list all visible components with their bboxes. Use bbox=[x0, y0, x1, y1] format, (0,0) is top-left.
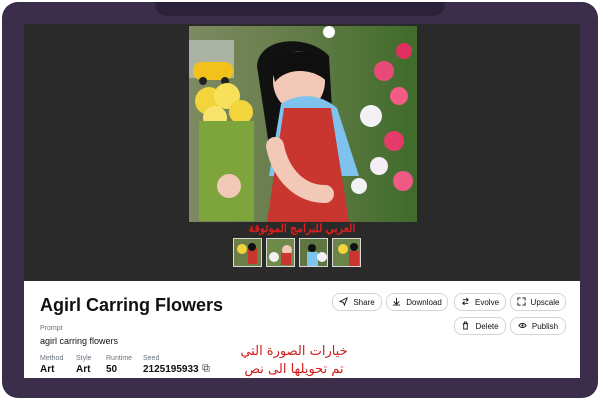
meta-seed-value: 2125195933 bbox=[143, 364, 210, 375]
thumbnail-1[interactable] bbox=[233, 238, 262, 267]
main-generated-image[interactable] bbox=[189, 26, 417, 222]
copy-icon[interactable] bbox=[202, 364, 210, 375]
seed-value: 2125195933 bbox=[143, 364, 199, 375]
share-button[interactable]: Share bbox=[332, 293, 382, 311]
evolve-icon bbox=[461, 297, 470, 308]
meta-label: Runtime bbox=[106, 355, 133, 362]
meta-style: Style Art bbox=[76, 355, 92, 375]
thumbnail-3[interactable] bbox=[299, 238, 328, 267]
thumbnail-strip bbox=[233, 238, 361, 267]
app-screen: العربي للبرامج الموثوقة Agirl Carring Fl… bbox=[24, 24, 580, 378]
image-stage: العربي للبرامج الموثوقة bbox=[24, 24, 580, 281]
delete-icon bbox=[461, 320, 470, 332]
watermark-text: العربي للبرامج الموثوقة bbox=[248, 223, 356, 235]
download-icon bbox=[392, 297, 401, 308]
details-panel: Agirl Carring Flowers Prompt agirl carri… bbox=[24, 281, 580, 378]
download-button[interactable]: Download bbox=[386, 293, 448, 311]
share-label: Share bbox=[353, 297, 375, 307]
evolve-label: Evolve bbox=[475, 297, 500, 307]
publish-icon bbox=[518, 321, 527, 332]
image-title: Agirl Carring Flowers bbox=[40, 295, 224, 315]
arabic-overlay: خيارات الصورة التي تم تحويلها الى نص bbox=[214, 343, 374, 378]
arabic-line-2: تم تحويلها الى نص bbox=[244, 362, 344, 377]
meta-value: Art bbox=[40, 364, 55, 375]
thumbnail-image bbox=[234, 239, 261, 266]
meta-label: Method bbox=[40, 355, 64, 362]
meta-seed: Seed 2125195933 bbox=[143, 355, 210, 375]
meta-label: Style bbox=[76, 355, 92, 362]
meta-label: Seed bbox=[143, 355, 160, 362]
prompt-label: Prompt bbox=[40, 325, 63, 332]
publish-label: Publish bbox=[531, 321, 559, 331]
upscale-icon bbox=[516, 296, 526, 308]
delete-button[interactable]: Delete bbox=[454, 317, 506, 335]
download-label: Download bbox=[406, 297, 442, 307]
delete-label: Delete bbox=[475, 321, 499, 331]
thumbnail-2[interactable] bbox=[266, 238, 295, 267]
thumbnail-image bbox=[333, 239, 360, 266]
girl-with-flowers-illustration bbox=[189, 26, 417, 222]
thumbnail-image bbox=[300, 239, 327, 266]
thumbnail-image bbox=[267, 239, 294, 266]
meta-runtime: Runtime 50 bbox=[106, 355, 132, 375]
meta-method: Method Art bbox=[40, 355, 63, 375]
evolve-button[interactable]: Evolve bbox=[454, 293, 506, 311]
device-frame: العربي للبرامج الموثوقة Agirl Carring Fl… bbox=[2, 2, 598, 398]
upscale-label: Upscale bbox=[530, 297, 560, 307]
meta-value: 50 bbox=[106, 364, 118, 375]
thumbnail-4[interactable] bbox=[332, 238, 361, 267]
arabic-line-1: خيارات الصورة التي bbox=[240, 344, 348, 359]
publish-button[interactable]: Publish bbox=[510, 317, 566, 335]
upscale-button[interactable]: Upscale bbox=[510, 293, 566, 311]
meta-value: Art bbox=[76, 364, 91, 375]
device-notch bbox=[155, 2, 445, 16]
share-icon bbox=[338, 296, 349, 308]
prompt-value: agirl carring flowers bbox=[40, 336, 119, 346]
